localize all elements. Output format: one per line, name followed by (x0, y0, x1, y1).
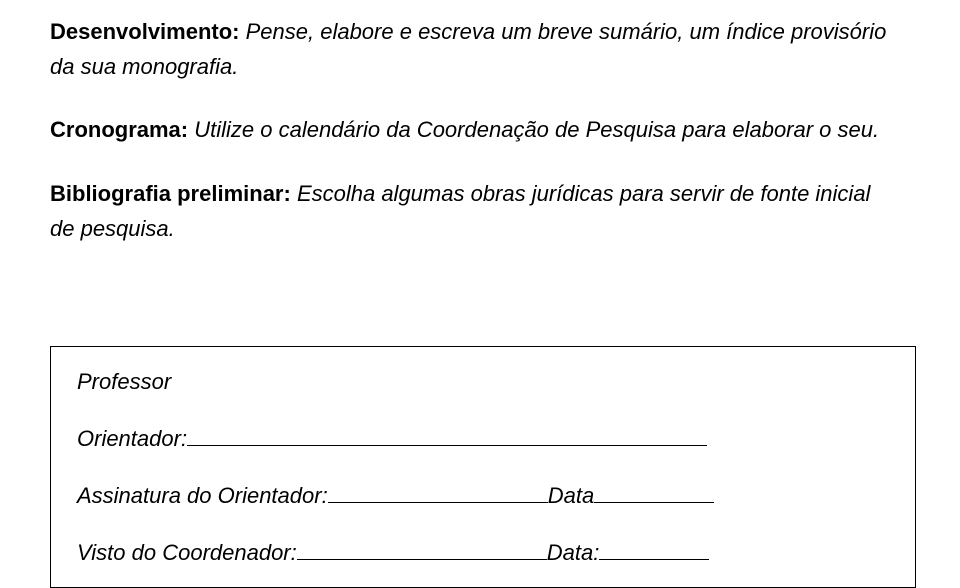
line-visto: Visto do Coordenador: Data: (77, 536, 895, 569)
paragraph-desenvolvimento: Desenvolvimento: Pense, elabore e escrev… (50, 14, 910, 84)
label-desenvolvimento: Desenvolvimento: (50, 19, 240, 44)
text-bibliografia-1: Escolha algumas obras jurídicas para ser… (291, 181, 871, 206)
label-orientador: Orientador: (77, 422, 187, 455)
label-data2: Data: (547, 536, 600, 569)
paragraph-cronograma: Cronograma: Utilize o calendário da Coor… (50, 112, 910, 147)
blank-assinatura (328, 480, 548, 503)
text-desenvolvimento-2: da sua monografia. (50, 54, 238, 79)
line-orientador: Orientador: (77, 422, 895, 455)
blank-orientador (187, 423, 707, 446)
label-visto: Visto do Coordenador: (77, 536, 297, 569)
line-assinatura: Assinatura do Orientador: Data (77, 479, 895, 512)
label-data: Data (548, 479, 594, 512)
blank-data2 (599, 537, 709, 560)
blank-data (594, 480, 714, 503)
line-professor: Professor (77, 365, 895, 398)
blank-visto (297, 537, 547, 560)
text-cronograma: Utilize o calendário da Coordenação de P… (188, 117, 879, 142)
label-bibliografia: Bibliografia preliminar: (50, 181, 291, 206)
label-professor: Professor (77, 365, 171, 398)
document-body: Desenvolvimento: Pense, elabore e escrev… (0, 0, 960, 246)
label-assinatura: Assinatura do Orientador: (77, 479, 328, 512)
paragraph-bibliografia: Bibliografia preliminar: Escolha algumas… (50, 176, 910, 246)
label-cronograma: Cronograma: (50, 117, 188, 142)
text-desenvolvimento-1: Pense, elabore e escreva um breve sumári… (240, 19, 887, 44)
signature-box: Professor Orientador: Assinatura do Orie… (50, 346, 916, 588)
text-bibliografia-2: de pesquisa. (50, 216, 175, 241)
